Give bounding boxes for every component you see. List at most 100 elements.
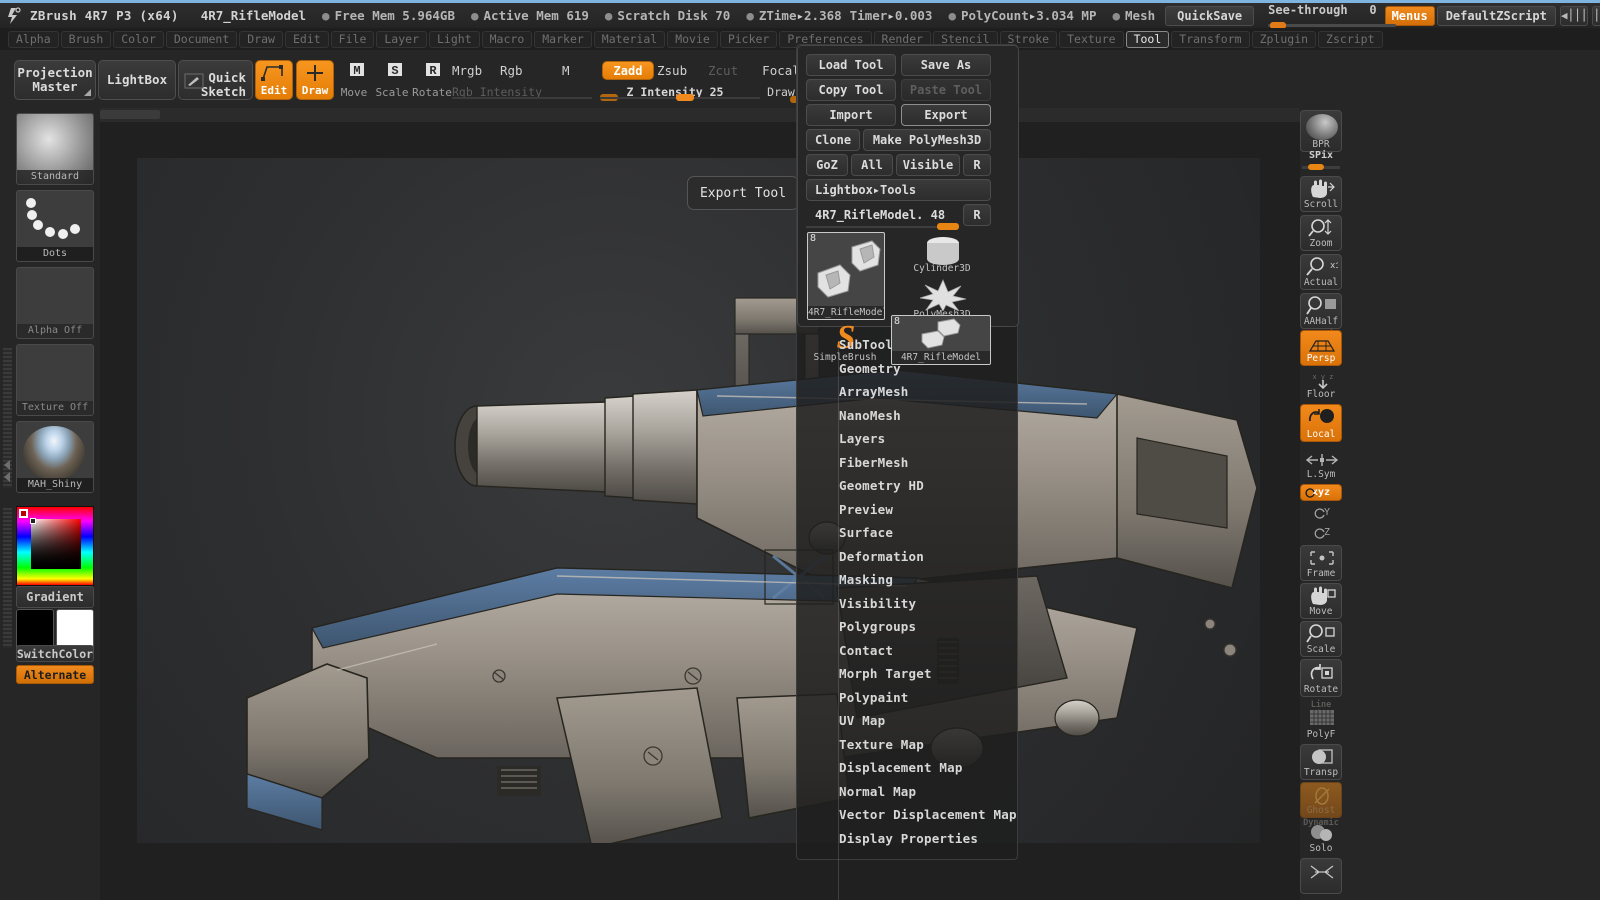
gradient-button[interactable]: Gradient (16, 586, 94, 608)
menu-item-edit[interactable]: Edit (284, 30, 329, 48)
menu-item-alpha[interactable]: Alpha (8, 30, 59, 48)
menu-item-transform[interactable]: Transform (1171, 30, 1250, 48)
left-shelf-expander-icon[interactable] (2, 456, 13, 490)
zscript-next-icon[interactable]: ⎮⎮⎮▶ (1592, 5, 1600, 26)
tool-menu-item-display-properties[interactable]: Display Properties (797, 827, 1019, 851)
quicksave-button[interactable]: QuickSave (1165, 5, 1255, 26)
tool-menu-item-uv-map[interactable]: UV Map (797, 709, 1019, 733)
tool-menu-item-polygroups[interactable]: Polygroups (797, 615, 1019, 639)
brush-swatch[interactable]: Standard (16, 113, 94, 185)
mrgb-button[interactable]: Mrgb (452, 62, 502, 80)
export-tool-hint[interactable]: Export Tool (687, 176, 799, 210)
menus-toggle-button[interactable]: Menus (1384, 5, 1435, 26)
canvas-area[interactable]: Export Tool (100, 108, 1300, 900)
tool-thumb-rifle-large[interactable]: 8 4R7_RifleModel (807, 232, 885, 320)
right-item-actual[interactable]: x1 Actual (1300, 254, 1342, 290)
right-item-move[interactable]: Move (1300, 583, 1342, 619)
zscript-prev-icon[interactable]: ◀⎮⎮⎮ (1559, 5, 1589, 26)
alpha-swatch[interactable]: Alpha Off (16, 267, 94, 339)
zcut-button[interactable]: Zcut (708, 62, 750, 80)
right-item-persp[interactable]: Persp (1300, 330, 1342, 366)
menu-item-file[interactable]: File (330, 30, 375, 48)
menu-item-material[interactable]: Material (593, 30, 666, 48)
tool-menu-item-vector-displacement-map[interactable]: Vector Displacement Map (797, 803, 1019, 827)
menu-item-marker[interactable]: Marker (534, 30, 592, 48)
menu-item-movie[interactable]: Movie (667, 30, 718, 48)
current-tool-r-button[interactable]: R (963, 204, 991, 226)
clone-button[interactable]: Clone (806, 129, 860, 151)
stroke-swatch[interactable]: Dots (16, 190, 94, 262)
right-item-floor[interactable]: x y z Floor (1300, 370, 1342, 402)
material-swatch[interactable]: MAH_Shiny (16, 421, 94, 493)
tool-thumb-cylinder[interactable]: Cylinder3D (892, 232, 992, 276)
tool-menu-item-fibermesh[interactable]: FiberMesh (797, 451, 1019, 475)
right-item-bpr[interactable]: BPR (1300, 110, 1342, 152)
menu-item-draw[interactable]: Draw (239, 30, 283, 48)
right-item-polyf[interactable]: PolyF (1300, 708, 1342, 742)
quick-sketch-button[interactable]: Quick Sketch (178, 60, 253, 100)
load-tool-button[interactable]: Load Tool (806, 54, 896, 76)
tool-menu-item-polypaint[interactable]: Polypaint (797, 686, 1019, 710)
z-intensity-knob[interactable] (676, 94, 694, 101)
tool-menu-item-deformation[interactable]: Deformation (797, 545, 1019, 569)
menu-item-macro[interactable]: Macro (481, 30, 533, 48)
zscript-button[interactable]: DefaultZScript (1436, 5, 1556, 26)
visible-button[interactable]: Visible (896, 154, 960, 176)
right-item-solo[interactable]: Solo (1300, 822, 1342, 856)
tool-menu-item-contact[interactable]: Contact (797, 639, 1019, 663)
right-item-zoom[interactable]: Zoom (1300, 215, 1342, 251)
rgb-button[interactable]: Rgb (500, 62, 546, 80)
menu-item-tool[interactable]: Tool (1125, 30, 1170, 48)
menu-item-zscript[interactable]: Zscript (1318, 30, 1383, 48)
right-item-fit[interactable] (1300, 858, 1342, 894)
projection-master-button[interactable]: Projection Master (14, 60, 96, 100)
tool-menu-item-displacement-map[interactable]: Displacement Map (797, 756, 1019, 780)
tool-menu-item-visibility[interactable]: Visibility (797, 592, 1019, 616)
copy-tool-button[interactable]: Copy Tool (806, 79, 896, 101)
tool-menu-item-nanomesh[interactable]: NanoMesh (797, 404, 1019, 428)
right-item-ghost[interactable]: Ghost (1300, 782, 1342, 818)
xyz-toggle[interactable]: xyz (1300, 484, 1342, 501)
right-item-scale[interactable]: Scale (1300, 621, 1342, 657)
color-picker[interactable] (16, 506, 94, 586)
right-item-aahalf[interactable]: AAHalf (1300, 293, 1342, 329)
right-item-rotate[interactable]: Rotate (1300, 659, 1342, 697)
current-tool-slider[interactable]: 4R7_RifleModel. 48 (806, 204, 958, 226)
y-axis-toggle[interactable]: Y (1300, 503, 1342, 523)
right-item-local[interactable]: Local (1300, 404, 1342, 442)
lightbox-button[interactable]: LightBox (98, 60, 176, 100)
all-button[interactable]: All (851, 154, 893, 176)
tool-menu-item-normal-map[interactable]: Normal Map (797, 780, 1019, 804)
menu-item-brush[interactable]: Brush (60, 30, 112, 48)
make-polymesh3d-button[interactable]: Make PolyMesh3D (863, 129, 991, 151)
see-through-slider[interactable]: See-through 0 (1268, 3, 1397, 29)
tool-menu-item-layers[interactable]: Layers (797, 427, 1019, 451)
menu-item-document[interactable]: Document (165, 30, 238, 48)
menu-item-layer[interactable]: Layer (376, 30, 427, 48)
tool-menu-item-arraymesh[interactable]: ArrayMesh (797, 380, 1019, 404)
menu-item-texture[interactable]: Texture (1059, 30, 1124, 48)
color-sv-area[interactable] (31, 519, 81, 569)
tool-menu-item-morph-target[interactable]: Morph Target (797, 662, 1019, 686)
zadd-button[interactable]: Zadd (602, 61, 654, 80)
import-button[interactable]: Import (806, 104, 896, 126)
tool-menu-item-texture-map[interactable]: Texture Map (797, 733, 1019, 757)
menu-item-zplugin[interactable]: Zplugin (1251, 30, 1317, 48)
visible-r-button[interactable]: R (963, 154, 991, 176)
m-button[interactable]: M (562, 62, 586, 80)
tool-menu-item-subtool[interactable]: SubTool (797, 333, 1019, 357)
tool-menu-item-surface[interactable]: Surface (797, 521, 1019, 545)
left-shelf-scroll-grip-2[interactable] (3, 508, 12, 648)
save-as-button[interactable]: Save As (901, 54, 991, 76)
goz-button[interactable]: GoZ (806, 154, 848, 176)
right-item-scroll[interactable]: Scroll (1300, 176, 1342, 212)
right-item-transp[interactable]: Transp (1300, 744, 1342, 780)
lightbox-tools-button[interactable]: Lightbox▸Tools (806, 179, 991, 201)
right-item-lsym[interactable]: L.Sym (1300, 448, 1342, 482)
export-button[interactable]: Export (901, 104, 991, 126)
menu-item-color[interactable]: Color (113, 30, 164, 48)
switch-color-button[interactable]: SwitchColor (16, 645, 94, 662)
texture-swatch[interactable]: Texture Off (16, 344, 94, 416)
menu-item-picker[interactable]: Picker (719, 30, 778, 48)
tool-menu-item-preview[interactable]: Preview (797, 498, 1019, 522)
